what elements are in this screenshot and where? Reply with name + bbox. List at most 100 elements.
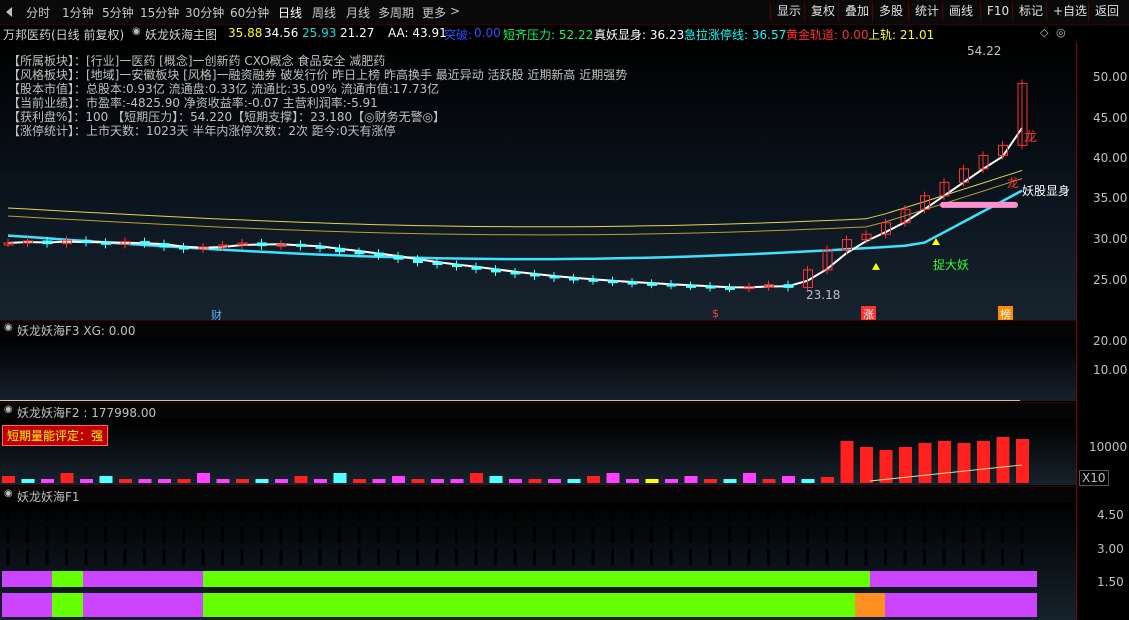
tab-more[interactable]: 更多 bbox=[422, 4, 446, 21]
volume-bar bbox=[762, 479, 776, 483]
high-price-label: 54.22 bbox=[967, 44, 1002, 58]
signal-bar-green bbox=[201, 505, 205, 521]
candle-body bbox=[783, 284, 794, 288]
low-price-label: 23.18 bbox=[806, 288, 841, 302]
dragon-label-2: 龙 bbox=[1007, 176, 1020, 190]
volume-bar bbox=[470, 473, 483, 483]
aa-value: AA: 43.91 bbox=[388, 26, 447, 40]
signal-bar-green bbox=[299, 549, 302, 565]
adjust-button[interactable]: 复权 bbox=[804, 2, 841, 21]
chevron-right-icon[interactable]: > bbox=[450, 4, 460, 18]
signal-bar-green bbox=[845, 505, 848, 521]
tab-intraday[interactable]: 分时 bbox=[26, 4, 50, 21]
true-monster: 真妖显身: 36.23 bbox=[594, 28, 685, 42]
volume-bar bbox=[275, 479, 288, 483]
tab-1min[interactable]: 1分钟 bbox=[62, 4, 94, 21]
signal-bar-purple bbox=[455, 527, 458, 543]
candle-body bbox=[666, 283, 677, 287]
signal-bar-green bbox=[26, 527, 29, 543]
signal-bar-purple bbox=[708, 505, 712, 521]
signal-bar-green bbox=[26, 549, 29, 565]
stock-name: 万邦医药(日线 前复权) bbox=[3, 28, 125, 42]
candle-body bbox=[432, 261, 443, 266]
expand-icon[interactable]: ◎ bbox=[1056, 26, 1066, 39]
main-chart-area[interactable]: 【所属板块】：[行业]一医药 [概念]一创新药 CXO概念 食品安全 减肥药 【… bbox=[0, 42, 1076, 322]
signal-bar-green bbox=[318, 527, 322, 543]
signal-bar-green bbox=[864, 549, 868, 565]
volume-bar bbox=[821, 477, 834, 483]
collapse-icon[interactable]: ◉ bbox=[4, 404, 13, 415]
statistics-button[interactable]: 统计 bbox=[908, 2, 945, 21]
volume-bar bbox=[372, 479, 386, 483]
tab-daily[interactable]: 日线 bbox=[278, 4, 302, 21]
volume-bar bbox=[158, 479, 171, 483]
candle-body bbox=[452, 264, 462, 268]
signal-bar-green bbox=[6, 527, 10, 543]
signal-bar-green bbox=[45, 527, 49, 543]
volume-bar bbox=[138, 479, 152, 483]
signal-bar-green bbox=[162, 549, 166, 565]
tab-monthly[interactable]: 月线 bbox=[346, 4, 370, 21]
signal-bar-green bbox=[65, 505, 68, 521]
signal-bar-green bbox=[260, 549, 263, 565]
f1-y-tick: 4.50 bbox=[1097, 508, 1124, 522]
signal-bar-green bbox=[338, 527, 341, 543]
f3-panel[interactable] bbox=[0, 337, 1076, 401]
signal-bar-green bbox=[357, 527, 361, 543]
signal-bar-green bbox=[942, 527, 946, 543]
signal-bar-purple bbox=[767, 527, 770, 543]
f3-y-tick: 10.00 bbox=[1093, 363, 1128, 377]
signal-bar-green bbox=[767, 505, 770, 521]
volume-bar bbox=[236, 479, 249, 483]
signal-bar-green bbox=[728, 527, 731, 543]
monster-appears-label: 妖股显身 bbox=[1022, 184, 1071, 198]
volume-bar bbox=[879, 450, 893, 483]
tab-15min[interactable]: 15分钟 bbox=[140, 4, 179, 21]
tab-weekly[interactable]: 周线 bbox=[312, 4, 336, 21]
volume-bar bbox=[99, 476, 113, 483]
candle-body bbox=[608, 280, 618, 284]
tab-5min[interactable]: 5分钟 bbox=[102, 4, 134, 21]
diamond-icon[interactable]: ◇ bbox=[1040, 26, 1048, 39]
candle-body bbox=[257, 242, 267, 247]
volume-bar bbox=[314, 479, 327, 483]
y-tick: 35.00 bbox=[1093, 191, 1128, 205]
trend-band-bottom bbox=[885, 593, 1037, 617]
signal-bar-green bbox=[357, 505, 361, 521]
breakout-label: 突破: bbox=[444, 28, 473, 42]
tab-60min[interactable]: 60分钟 bbox=[230, 4, 269, 21]
collapse-icon[interactable]: ◉ bbox=[4, 488, 13, 499]
collapse-icon[interactable]: ◉ bbox=[4, 322, 13, 333]
draw-line-button[interactable]: 画线 bbox=[942, 2, 979, 21]
overlay-button[interactable]: 叠加 bbox=[838, 2, 875, 21]
signal-bar-green bbox=[650, 549, 653, 565]
multi-stock-button[interactable]: 多股 bbox=[872, 2, 909, 21]
signal-bar-green bbox=[552, 549, 556, 565]
volume-bar bbox=[723, 479, 737, 483]
collapse-icon[interactable]: ◉ bbox=[132, 26, 141, 37]
f1-panel[interactable] bbox=[0, 503, 1076, 620]
f10-button[interactable]: F10 bbox=[980, 2, 1015, 21]
volume-bar bbox=[684, 476, 698, 483]
signal-bar-green bbox=[182, 505, 185, 521]
signal-bar-green bbox=[45, 505, 49, 521]
signal-bar-purple bbox=[1020, 505, 1024, 521]
return-button[interactable]: 返回 bbox=[1088, 2, 1125, 21]
display-button[interactable]: 显示 bbox=[770, 2, 807, 21]
back-arrow-icon[interactable] bbox=[6, 7, 12, 17]
signal-bar-green bbox=[825, 505, 829, 521]
f2-volume-panel[interactable]: 短期量能评定：强 bbox=[0, 419, 1076, 485]
trend-band-bottom bbox=[203, 593, 855, 617]
signal-bar-green bbox=[923, 505, 926, 521]
upper-band-line bbox=[7, 170, 1023, 228]
tab-30min[interactable]: 30分钟 bbox=[185, 4, 224, 21]
tab-multi-period[interactable]: 多周期 bbox=[378, 4, 414, 21]
signal-bar-green bbox=[84, 549, 88, 565]
signal-bar-green bbox=[903, 527, 907, 543]
signal-bar-purple bbox=[513, 549, 517, 565]
signal-bar-green bbox=[786, 549, 790, 565]
add-watchlist-button[interactable]: +自选 bbox=[1046, 2, 1093, 21]
signal-bar-purple bbox=[981, 549, 985, 565]
signal-bar-green bbox=[123, 527, 127, 543]
mark-button[interactable]: 标记 bbox=[1012, 2, 1049, 21]
